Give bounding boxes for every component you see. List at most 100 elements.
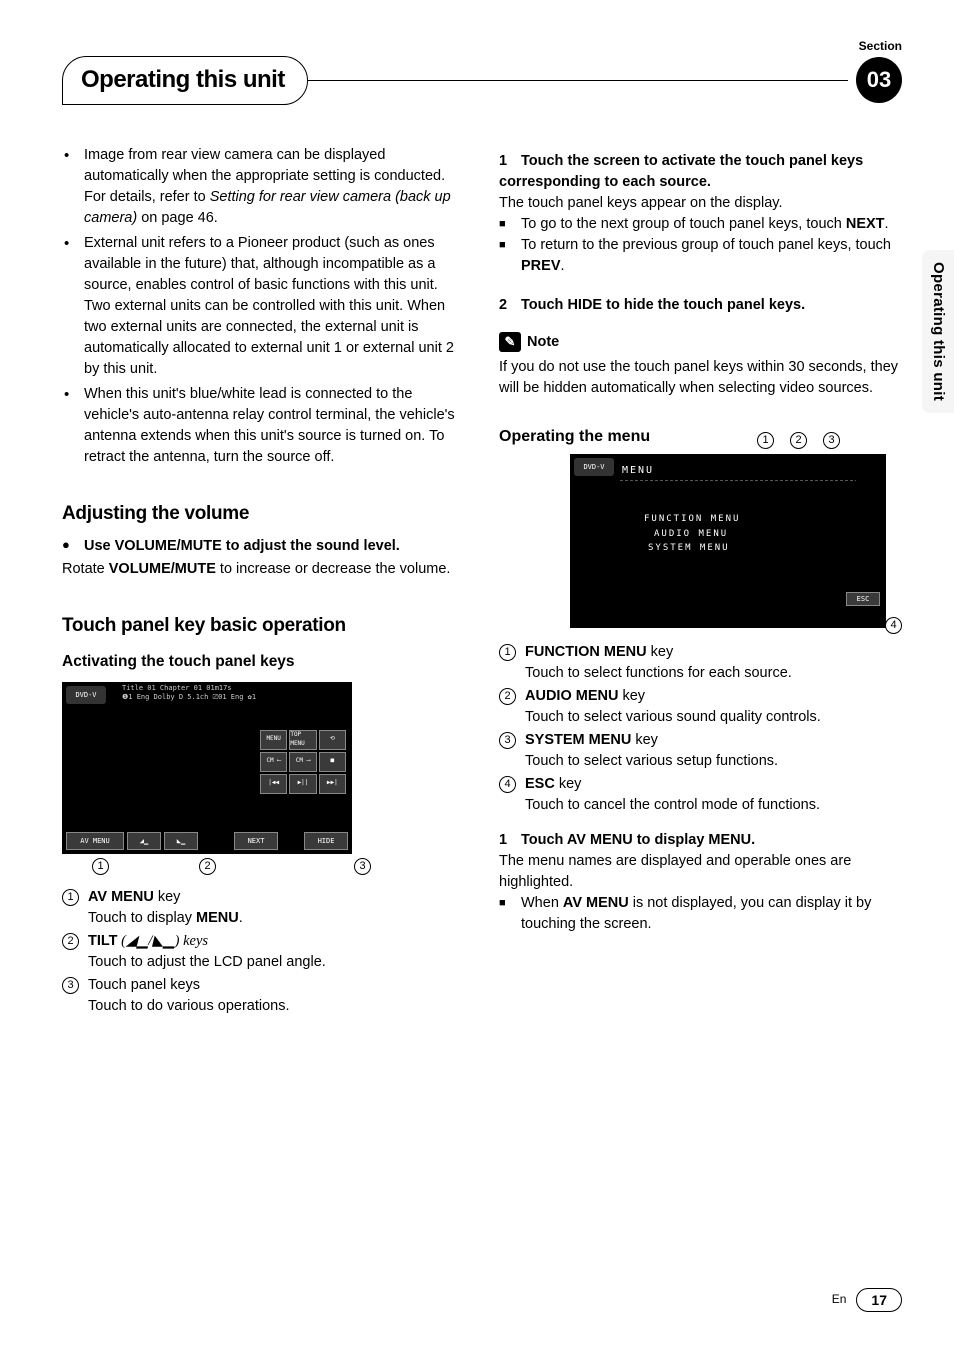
key-item: 2 TILT (◢▁/◣▁) keys Touch to adjust the … — [62, 931, 465, 973]
key-desc: Touch to adjust the LCD panel angle. — [88, 952, 465, 973]
hide-button[interactable]: HIDE — [304, 832, 348, 850]
text: to increase or decrease the volume. — [216, 561, 451, 577]
touch-button[interactable]: TOP MENU — [289, 730, 316, 750]
key-desc: Touch to display MENU. — [88, 908, 465, 929]
touch-button[interactable]: ▶▶| — [319, 774, 346, 794]
key-item: 1 FUNCTION MENU key Touch to select func… — [499, 642, 902, 684]
touch-button[interactable]: |◀◀ — [260, 774, 287, 794]
key-desc: Touch to cancel the control mode of func… — [525, 795, 902, 816]
key-item: 3 SYSTEM MENU key Touch to select variou… — [499, 730, 902, 772]
callout-2: 2 — [790, 432, 807, 449]
divider — [620, 480, 856, 481]
adjusting-lead: Use VOLUME/MUTE to adjust the sound leve… — [62, 536, 465, 557]
key-title: AUDIO MENU — [525, 688, 618, 704]
text: Rotate — [62, 561, 109, 577]
section-label: Section — [859, 38, 902, 55]
text: To return to the previous group of touch… — [521, 237, 891, 253]
section-number-badge: 03 — [856, 57, 902, 103]
info-line: ❶1 Eng Dolby D 5.1ch ⎚01 Eng ✿1 — [122, 693, 346, 702]
text: When — [521, 895, 563, 911]
note-heading: ✎ Note — [499, 332, 902, 353]
intro-bullets: Image from rear view camera can be displ… — [62, 145, 465, 468]
step-num: 1 — [499, 151, 521, 172]
tilt-down-button[interactable]: ◢▁ — [127, 832, 161, 850]
key-item: 2 AUDIO MENU key Touch to select various… — [499, 686, 902, 728]
key-title: ESC — [525, 776, 555, 792]
callout-1: 1 — [757, 432, 774, 449]
key-item: 4 ESC key Touch to cancel the control mo… — [499, 774, 902, 816]
key-suffix: key — [154, 889, 181, 905]
step-3-sq: When AV MENU is not displayed, you can d… — [499, 893, 902, 935]
text: Touch to display — [88, 910, 196, 926]
key-title: FUNCTION MENU — [525, 644, 647, 660]
text-bold: PREV — [521, 258, 561, 274]
callout-row: 1 2 3 — [62, 858, 465, 875]
touch-button[interactable]: ■ — [319, 752, 346, 772]
menu-item[interactable]: AUDIO MENU — [644, 527, 740, 541]
key-suffix: key — [647, 644, 674, 660]
text: . — [239, 910, 243, 926]
side-tab: Operating this unit — [922, 250, 954, 413]
header-title-wrap: Operating this unit — [62, 56, 308, 105]
key-num: 1 — [499, 644, 516, 661]
key-title: SYSTEM MENU — [525, 732, 631, 748]
next-button[interactable]: NEXT — [234, 832, 278, 850]
text: . — [885, 216, 889, 232]
touch-button[interactable]: MENU — [260, 730, 287, 750]
text: . — [561, 258, 565, 274]
menu-item[interactable]: SYSTEM MENU — [644, 541, 740, 555]
screenshot-menu: DVD-V MENU FUNCTION MENU AUDIO MENU SYST… — [570, 454, 886, 628]
text-bold: AV MENU — [563, 895, 629, 911]
callout-3: 3 — [823, 432, 840, 449]
step-text: Touch the screen to activate the touch p… — [499, 153, 863, 190]
step-3-para: The menu names are displayed and operabl… — [499, 851, 902, 893]
menu-items: FUNCTION MENU AUDIO MENU SYSTEM MENU — [644, 512, 740, 555]
menu-title: MENU — [622, 464, 654, 479]
key-title: AV MENU — [88, 889, 154, 905]
step-1-sq1: To go to the next group of touch panel k… — [499, 214, 902, 235]
avmenu-button[interactable]: AV MENU — [66, 832, 124, 850]
touch-button[interactable]: ▶|| — [289, 774, 316, 794]
key-num: 1 — [62, 889, 79, 906]
key-desc: Touch to do various operations. — [88, 996, 465, 1017]
key-title: TILT — [88, 933, 118, 949]
touchpanel-heading: Touch panel key basic operation — [62, 612, 465, 640]
note-icon: ✎ — [499, 332, 521, 352]
key-desc: Touch to select functions for each sourc… — [525, 663, 902, 684]
source-badge: DVD-V — [574, 458, 614, 476]
touch-button[interactable]: ⟲ — [319, 730, 346, 750]
header-title: Operating this unit — [81, 63, 285, 98]
bottom-bar: AV MENU ◢▁ ◣▁ NEXT HIDE — [66, 832, 348, 850]
footer: En 17 — [832, 1288, 902, 1312]
step-3: 1Touch AV MENU to display MENU. — [499, 830, 902, 851]
step-2: 2Touch HIDE to hide the touch panel keys… — [499, 295, 902, 316]
key-suffix: key — [555, 776, 582, 792]
step-num: 2 — [499, 295, 521, 316]
intro-bullet-3: When this unit's blue/white lead is conn… — [84, 384, 465, 468]
text-bold: NEXT — [846, 216, 885, 232]
tilt-up-button[interactable]: ◣▁ — [164, 832, 198, 850]
screenshot-touchpanel: DVD-V Title 01 Chapter 01 01m17s ❶1 Eng … — [62, 682, 352, 854]
touch-button[interactable]: CM ⟶ — [289, 752, 316, 772]
callout-1: 1 — [92, 858, 109, 875]
key-desc: Touch to select various setup functions. — [525, 751, 902, 772]
callout-bottom: 4 — [885, 612, 902, 634]
key-num: 4 — [499, 776, 516, 793]
screenshot-menu-wrap: 1 2 3 DVD-V MENU FUNCTION MENU AUDIO MEN… — [570, 454, 902, 628]
touch-button[interactable]: CM ⟵ — [260, 752, 287, 772]
info-line: Title 01 Chapter 01 01m17s — [122, 684, 346, 693]
source-badge: DVD-V — [66, 686, 106, 704]
key-item: 3 Touch panel keys Touch to do various o… — [62, 975, 465, 1017]
text: on page 46. — [137, 210, 218, 226]
key-num: 3 — [62, 977, 79, 994]
left-column: Image from rear view camera can be displ… — [62, 145, 465, 1019]
menu-item[interactable]: FUNCTION MENU — [644, 512, 740, 526]
header-rule — [308, 80, 848, 82]
esc-button[interactable]: ESC — [846, 592, 880, 606]
intro-bullet-2: External unit refers to a Pioneer produc… — [84, 233, 465, 380]
callout-3: 3 — [354, 858, 371, 875]
callouts-top: 1 2 3 — [757, 432, 840, 449]
adjusting-heading: Adjusting the volume — [62, 500, 465, 528]
key-suffix: key — [631, 732, 658, 748]
touch-button-grid: MENU TOP MENU ⟲ CM ⟵ CM ⟶ ■ |◀◀ ▶|| ▶▶| — [260, 730, 346, 794]
